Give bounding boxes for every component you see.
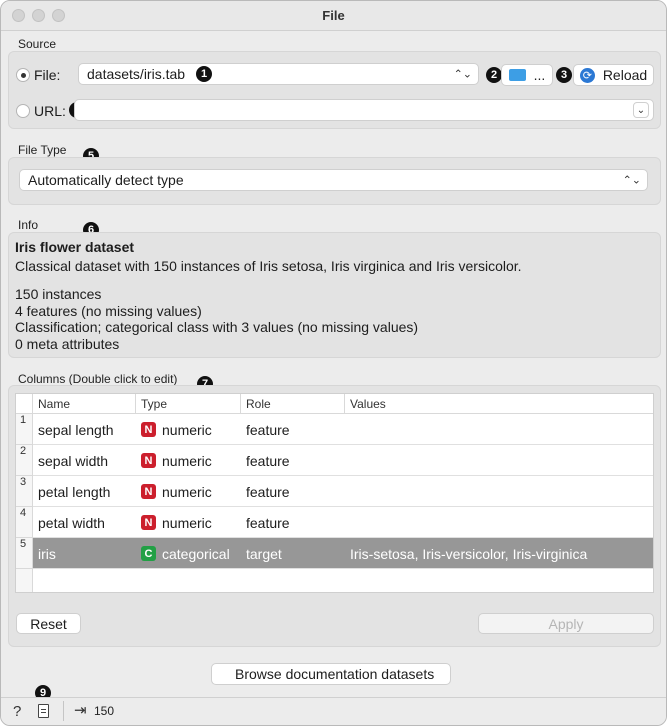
numeric-type-icon: N xyxy=(141,422,156,437)
row-number[interactable]: 3 xyxy=(16,476,33,507)
cell-type[interactable]: Nnumeric xyxy=(141,476,212,507)
reload-label: Reload xyxy=(602,67,648,83)
table-row[interactable]: petal width Nnumeric feature xyxy=(33,507,653,538)
url-input[interactable]: ⌄ xyxy=(74,99,654,121)
browse-file-label: ... xyxy=(533,67,546,83)
table-row[interactable]: petal length Nnumeric feature xyxy=(33,476,653,507)
updown-chevron-icon: ⌃⌄ xyxy=(453,68,472,81)
file-type-section-label: File Type xyxy=(18,143,67,157)
dataset-title: Iris flower dataset xyxy=(15,239,135,255)
file-type-select[interactable]: Automatically detect type ⌃⌄ xyxy=(19,169,648,191)
title-bar: File xyxy=(1,1,666,31)
numeric-type-icon: N xyxy=(141,453,156,468)
cell-role[interactable]: feature xyxy=(246,507,290,538)
cell-type-label: numeric xyxy=(162,514,212,531)
callout-badge-2: 2 xyxy=(486,67,502,83)
help-icon[interactable]: ? xyxy=(13,703,21,720)
columns-section-label: Columns (Double click to edit) xyxy=(18,372,178,386)
browse-docs-button[interactable]: Browse documentation datasets xyxy=(211,663,451,685)
cell-type[interactable]: Nnumeric xyxy=(141,507,212,538)
numeric-type-icon: N xyxy=(141,515,156,530)
file-window: File Source File: datasets/iris.tab ⌃⌄ 1… xyxy=(0,0,667,726)
row-number[interactable]: 1 xyxy=(16,414,33,445)
cell-role[interactable]: feature xyxy=(246,476,290,507)
callout-badge-1: 1 xyxy=(196,66,212,82)
cell-name: petal width xyxy=(38,514,105,531)
cell-role[interactable]: target xyxy=(246,538,282,569)
folder-icon xyxy=(508,69,526,81)
callout-badge-3: 3 xyxy=(556,67,572,83)
browse-file-button[interactable]: ... xyxy=(501,64,553,86)
cell-values[interactable]: Iris-setosa, Iris-versicolor, Iris-virgi… xyxy=(350,538,587,569)
reload-button[interactable]: ⟳ Reload xyxy=(573,64,654,86)
info-section-label: Info xyxy=(18,218,39,232)
table-corner xyxy=(16,394,33,414)
apply-button[interactable]: Apply xyxy=(478,613,654,634)
status-bar: ? ⇥ 150 xyxy=(1,697,666,725)
url-radio[interactable] xyxy=(16,104,30,118)
column-header-role[interactable]: Role xyxy=(241,394,345,414)
row-number-empty xyxy=(16,569,33,592)
updown-chevron-icon: ⌃⌄ xyxy=(622,174,641,187)
column-header-type[interactable]: Type xyxy=(136,394,241,414)
file-type-value: Automatically detect type xyxy=(28,172,184,188)
cell-type[interactable]: Nnumeric xyxy=(141,414,212,445)
dataset-description: Classical dataset with 150 instances of … xyxy=(15,258,522,274)
categorical-type-icon: C xyxy=(141,546,156,561)
row-number[interactable]: 4 xyxy=(16,507,33,538)
table-row[interactable]: sepal length Nnumeric feature xyxy=(33,414,653,445)
source-section-label: Source xyxy=(18,37,57,51)
output-count: 150 xyxy=(94,704,115,718)
window-title: File xyxy=(322,8,345,23)
file-radio-label: File: xyxy=(34,67,61,83)
info-line-instances: 150 instances xyxy=(15,286,102,302)
url-radio-label: URL: xyxy=(34,103,66,119)
file-radio[interactable] xyxy=(16,68,30,82)
info-line-features: 4 features (no missing values) xyxy=(15,303,202,319)
info-line-classification: Classification; categorical class with 3… xyxy=(15,319,419,335)
cell-type[interactable]: Nnumeric xyxy=(141,445,212,476)
cell-name: sepal width xyxy=(38,452,109,469)
cell-type[interactable]: Ccategorical xyxy=(141,538,230,569)
report-icon[interactable] xyxy=(38,704,49,718)
table-row-selected[interactable]: iris Ccategorical target Iris-setosa, Ir… xyxy=(33,538,653,569)
file-path-value: datasets/iris.tab xyxy=(87,66,186,82)
file-path-combo[interactable]: datasets/iris.tab ⌃⌄ xyxy=(78,63,479,85)
cell-name: iris xyxy=(38,545,56,562)
cell-name: sepal length xyxy=(38,421,114,438)
row-number[interactable]: 5 xyxy=(16,538,33,569)
cell-type-label: numeric xyxy=(162,483,212,500)
chevron-down-icon[interactable]: ⌄ xyxy=(633,102,649,118)
cell-role[interactable]: feature xyxy=(246,414,290,445)
table-row[interactable]: sepal width Nnumeric feature xyxy=(33,445,653,476)
column-header-name[interactable]: Name xyxy=(33,394,136,414)
cell-type-label: categorical xyxy=(162,545,230,562)
cell-name: petal length xyxy=(38,483,111,500)
divider xyxy=(63,701,64,721)
cell-type-label: numeric xyxy=(162,452,212,469)
output-icon[interactable]: ⇥ xyxy=(74,701,87,719)
numeric-type-icon: N xyxy=(141,484,156,499)
reset-button[interactable]: Reset xyxy=(16,613,81,634)
row-number[interactable]: 2 xyxy=(16,445,33,476)
columns-table[interactable]: Name Type Role Values 1 sepal length Nnu… xyxy=(15,393,654,593)
info-line-meta: 0 meta attributes xyxy=(15,336,120,352)
cell-role[interactable]: feature xyxy=(246,445,290,476)
column-header-values[interactable]: Values xyxy=(345,394,653,414)
cell-type-label: numeric xyxy=(162,421,212,438)
reload-icon: ⟳ xyxy=(579,67,595,83)
